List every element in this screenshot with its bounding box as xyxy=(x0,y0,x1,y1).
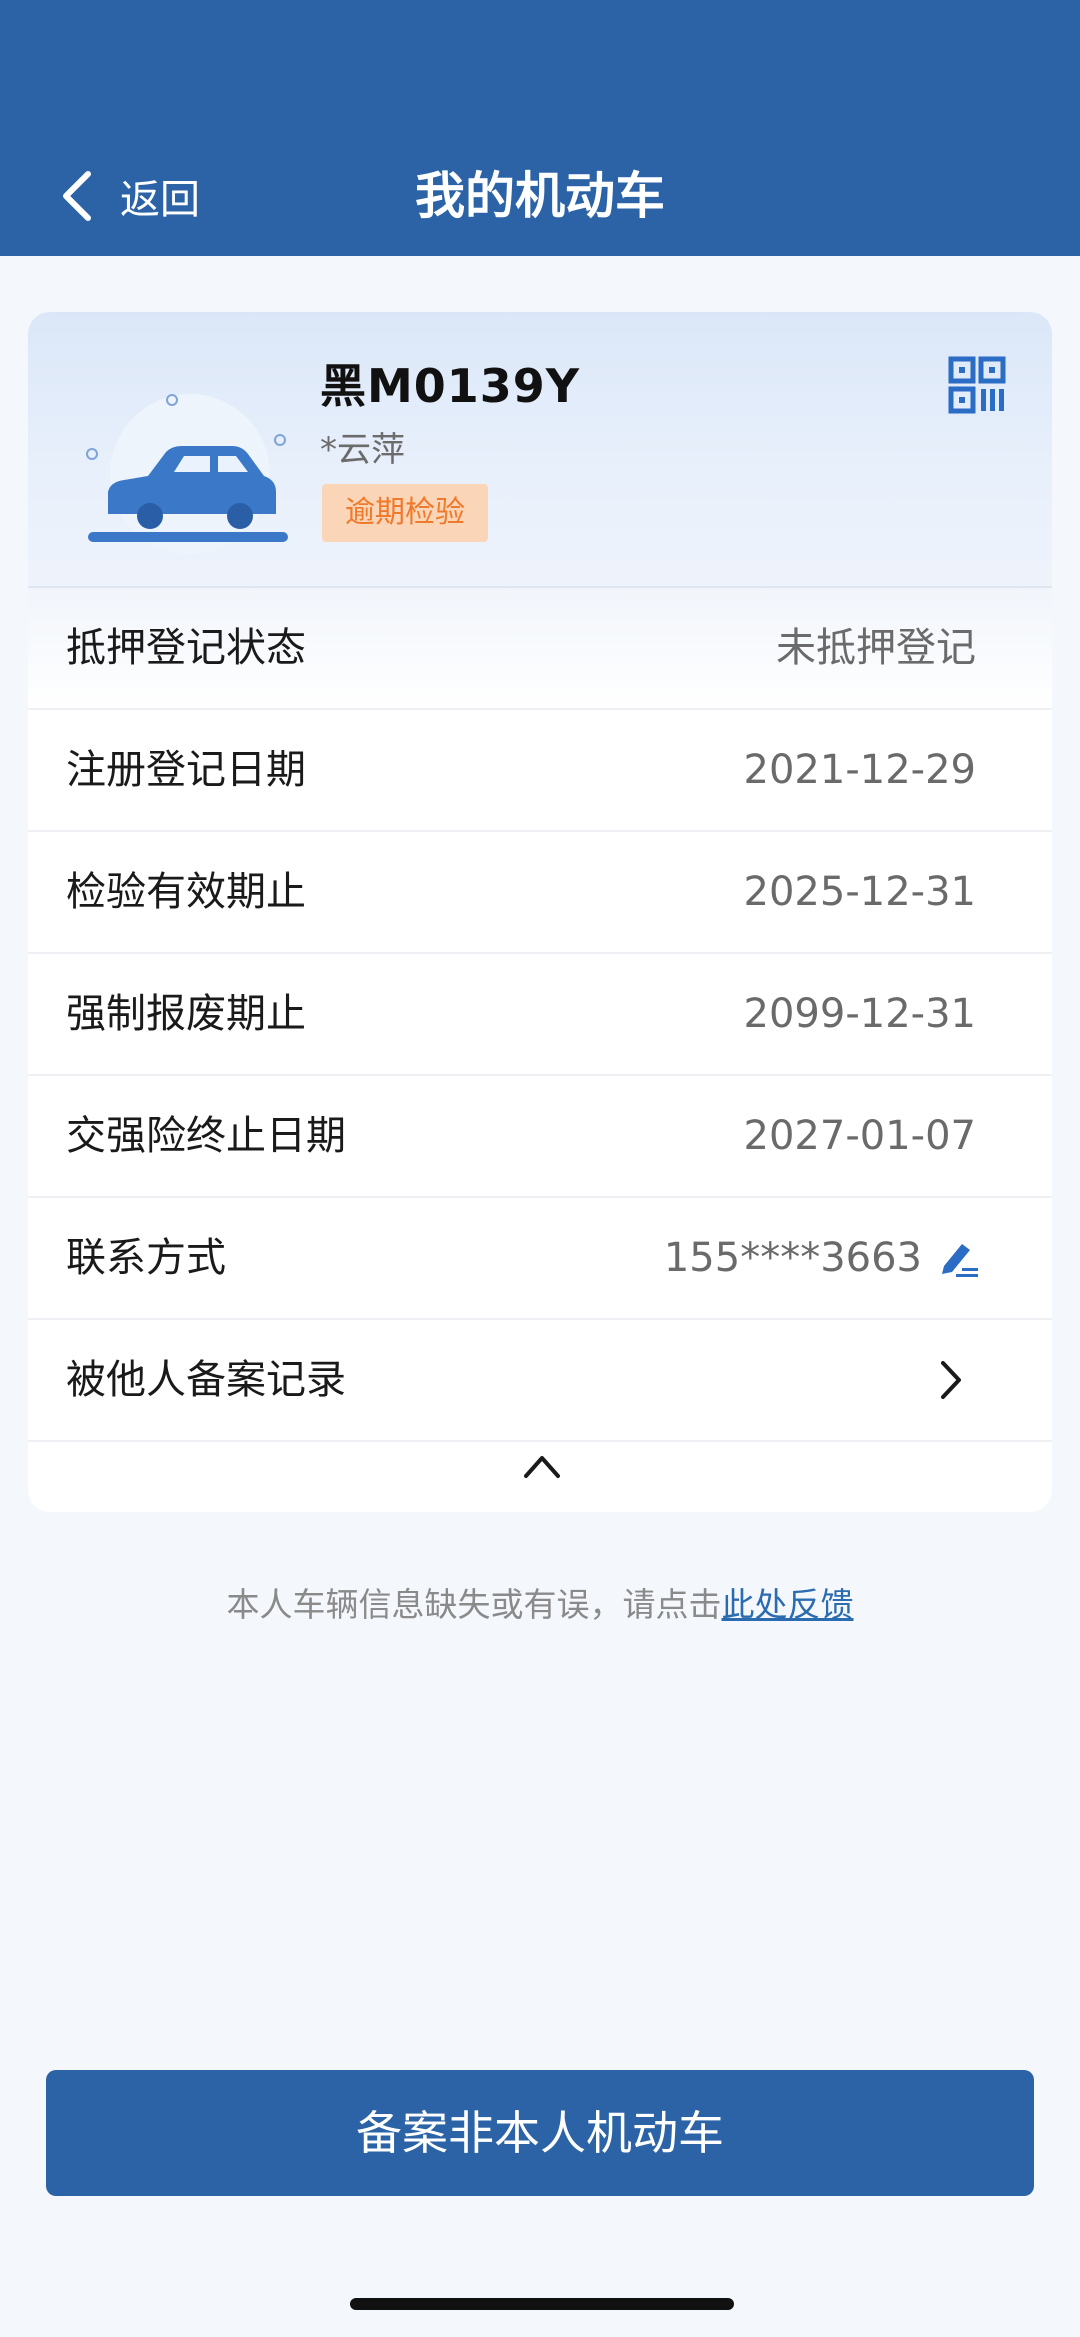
chevron-right-icon xyxy=(941,1361,961,1399)
phone-number: 155****3663 xyxy=(663,1235,922,1281)
row-value: 2027-01-07 xyxy=(743,1113,976,1159)
vehicle-card: 黑M0139Y *云萍 逾期检验 抵押登记状态 未抵押登记 注册登记日期 202… xyxy=(28,312,1052,1512)
row-label: 被他人备案记录 xyxy=(66,1357,346,1403)
row-registration-date: 注册登记日期 2021-12-29 xyxy=(28,710,1052,832)
row-scrap-date: 强制报废期止 2099-12-31 xyxy=(28,954,1052,1076)
qr-code-icon[interactable] xyxy=(948,356,1006,414)
feedback-link[interactable]: 此处反馈 xyxy=(722,1585,854,1624)
edit-icon[interactable] xyxy=(936,1236,980,1280)
row-contact: 联系方式 155****3663 xyxy=(28,1198,1052,1320)
app-header: 返回 我的机动车 xyxy=(0,0,1080,256)
row-label: 联系方式 xyxy=(66,1235,226,1281)
home-indicator xyxy=(350,2298,734,2310)
row-label: 交强险终止日期 xyxy=(66,1113,346,1159)
feedback-text: 本人车辆信息缺失或有误，请点击此处反馈 xyxy=(0,1578,1080,1626)
page-title: 我的机动车 xyxy=(415,167,665,225)
owner-name: *云萍 xyxy=(320,430,405,470)
register-other-vehicle-button[interactable]: 备案非本人机动车 xyxy=(46,2070,1034,2196)
row-filing-records[interactable]: 被他人备案记录 xyxy=(28,1320,1052,1442)
phone-value-group: 155****3663 xyxy=(664,1198,980,1318)
row-label: 注册登记日期 xyxy=(66,747,306,793)
status-badge: 逾期检验 xyxy=(322,484,488,542)
row-value: 2021-12-29 xyxy=(743,747,976,793)
license-plate: 黑M0139Y xyxy=(320,359,581,413)
row-value: 2025-12-31 xyxy=(743,869,976,915)
row-value: 未抵押登记 xyxy=(776,625,976,671)
row-label: 抵押登记状态 xyxy=(66,625,306,671)
row-inspection-expiry: 检验有效期止 2025-12-31 xyxy=(28,832,1052,954)
chevron-up-icon xyxy=(524,1456,560,1478)
row-label: 检验有效期止 xyxy=(66,869,306,915)
feedback-message: 本人车辆信息缺失或有误，请点击 xyxy=(226,1585,722,1624)
row-mortgage-status: 抵押登记状态 未抵押登记 xyxy=(28,588,1052,710)
row-insurance-end: 交强险终止日期 2027-01-07 xyxy=(28,1076,1052,1198)
collapse-button[interactable] xyxy=(28,1438,1052,1508)
car-icon xyxy=(86,394,288,554)
row-value: 2099-12-31 xyxy=(743,991,976,1037)
row-label: 强制报废期止 xyxy=(66,991,306,1037)
vehicle-summary: 黑M0139Y *云萍 逾期检验 xyxy=(28,312,1052,588)
